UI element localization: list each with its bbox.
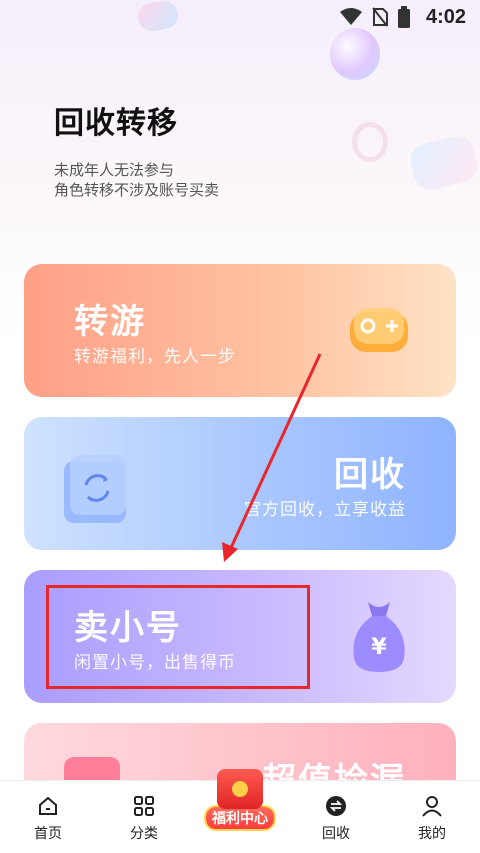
transfer-card-subtitle: 转游福利，先人一步 bbox=[74, 347, 236, 367]
recycle-card-title: 回收 bbox=[334, 455, 406, 495]
recycle-card-subtitle: 官方回收，立享收益 bbox=[244, 500, 406, 520]
recycle-bag-icon bbox=[64, 455, 126, 523]
wifi-icon bbox=[339, 8, 362, 26]
red-envelope-icon bbox=[217, 769, 263, 809]
grid-icon bbox=[134, 796, 154, 816]
nav-item-recycle[interactable]: 回收 bbox=[288, 781, 384, 843]
nav-item-welfare-center[interactable]: 福利中心 bbox=[192, 769, 288, 831]
gamepad-icon bbox=[350, 308, 408, 352]
home-icon bbox=[39, 796, 57, 815]
nav-label: 回收 bbox=[322, 826, 350, 842]
recycle-card[interactable]: 回收 官方回收，立享收益 bbox=[24, 417, 456, 550]
header-decoration bbox=[330, 28, 380, 80]
nav-item-category[interactable]: 分类 bbox=[96, 781, 192, 843]
nav-label: 首页 bbox=[34, 826, 62, 842]
page-title: 回收转移 bbox=[54, 106, 178, 141]
nav-label: 我的 bbox=[418, 826, 446, 842]
nav-item-mine[interactable]: 我的 bbox=[384, 781, 480, 843]
no-sim-icon bbox=[372, 7, 388, 27]
user-icon bbox=[422, 796, 442, 817]
header-decoration bbox=[352, 122, 388, 162]
notice-line: 未成年人无法参与 bbox=[54, 161, 175, 179]
notice-text: 未成年人无法参与 角色转移不涉及账号买卖 bbox=[54, 160, 219, 200]
battery-icon bbox=[397, 6, 410, 28]
annotation-highlight-box bbox=[46, 585, 310, 689]
status-bar: 4:02 bbox=[0, 0, 480, 34]
money-bag-icon: ¥ bbox=[353, 602, 405, 672]
exchange-icon bbox=[326, 796, 346, 816]
transfer-card[interactable]: 转游 转游福利，先人一步 bbox=[24, 264, 456, 397]
welfare-badge: 福利中心 bbox=[198, 769, 282, 839]
svg-text:¥: ¥ bbox=[371, 635, 387, 660]
header-decoration bbox=[407, 132, 480, 194]
nav-item-home[interactable]: 首页 bbox=[0, 781, 96, 843]
notice-line: 角色转移不涉及账号买卖 bbox=[54, 181, 220, 199]
nav-label: 分类 bbox=[130, 826, 158, 842]
status-time: 4:02 bbox=[425, 5, 466, 28]
bottom-nav: 首页 分类 福利中心 回收 我的 bbox=[0, 769, 480, 853]
transfer-card-title: 转游 bbox=[74, 302, 146, 342]
